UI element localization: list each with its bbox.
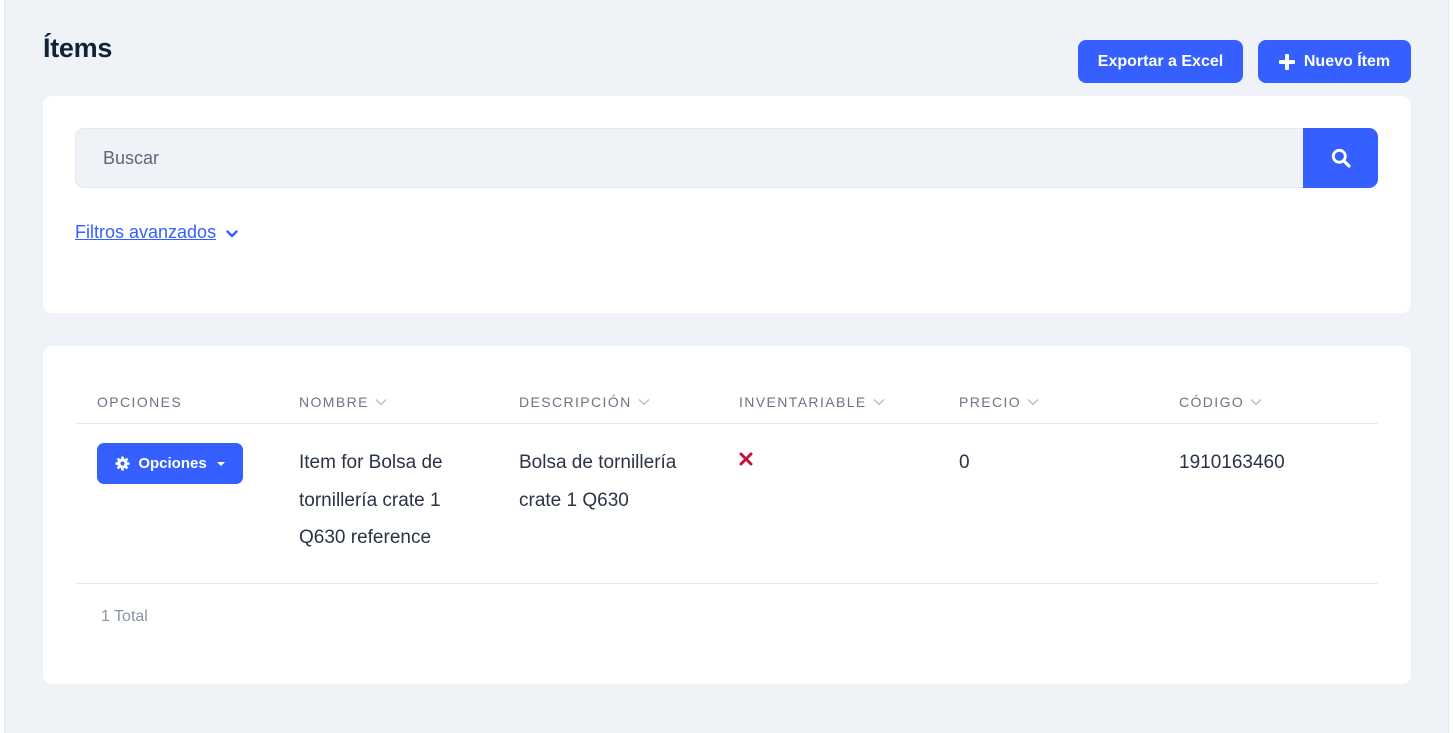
advanced-filters-label: Filtros avanzados xyxy=(75,222,217,242)
row-options-button[interactable]: Opciones xyxy=(97,443,243,484)
cell-name-line: tornillería crate 1 xyxy=(299,489,441,511)
new-item-button[interactable]: Nuevo Ítem xyxy=(1258,40,1411,83)
sort-chevron-icon xyxy=(638,399,650,406)
export-excel-label: Exportar a Excel xyxy=(1097,52,1224,70)
column-header-code[interactable]: CÓDIGO xyxy=(1179,394,1262,410)
column-header-description-label: DESCRIPCIÓN xyxy=(519,394,632,410)
search-button[interactable] xyxy=(1303,128,1378,188)
chevron-down-icon xyxy=(226,229,238,237)
export-excel-button[interactable]: Exportar a Excel xyxy=(1078,40,1243,83)
table-header: OPCIONES NOMBRE DESCRIPCIÓN INVENTARIABL… xyxy=(75,384,1378,424)
items-table-card: OPCIONES NOMBRE DESCRIPCIÓN INVENTARIABL… xyxy=(43,346,1411,684)
table-row: Opciones Item for Bolsa de tornillería c… xyxy=(75,424,1378,584)
column-header-price[interactable]: PRECIO xyxy=(959,394,1039,410)
page-title: Ítems xyxy=(43,33,113,63)
table-total: 1 Total xyxy=(101,608,148,625)
cross-icon xyxy=(739,452,753,466)
column-header-description[interactable]: DESCRIPCIÓN xyxy=(519,394,650,410)
cell-description: Bolsa de tornillería crate 1 Q630 xyxy=(519,444,676,519)
search-input[interactable] xyxy=(75,128,1303,188)
advanced-filters-toggle[interactable]: Filtros avanzados xyxy=(75,222,238,243)
caret-down-icon xyxy=(216,461,225,466)
search-icon xyxy=(1331,148,1351,168)
cell-name-line: Q630 reference xyxy=(299,527,432,548)
sort-chevron-icon xyxy=(1250,399,1262,406)
sort-chevron-icon xyxy=(1027,399,1039,406)
row-options-label: Opciones xyxy=(138,455,207,472)
cell-name-line: Item for Bolsa de xyxy=(299,452,443,473)
cell-description-line: crate 1 Q630 xyxy=(519,489,629,511)
column-header-name[interactable]: NOMBRE xyxy=(299,394,387,410)
plus-icon xyxy=(1278,53,1295,70)
search-card: Filtros avanzados xyxy=(43,96,1411,313)
new-item-label: Nuevo Ítem xyxy=(1303,52,1391,70)
column-header-options-label: OPCIONES xyxy=(97,394,183,410)
column-header-inventoriable-label: INVENTARIABLE xyxy=(739,394,867,410)
gear-icon xyxy=(115,456,130,471)
sort-chevron-icon xyxy=(375,399,387,406)
cell-name: Item for Bolsa de tornillería crate 1 Q6… xyxy=(299,444,443,557)
column-header-name-label: NOMBRE xyxy=(299,394,369,410)
search-bar xyxy=(75,128,1378,188)
column-header-price-label: PRECIO xyxy=(959,394,1022,410)
sort-chevron-icon xyxy=(873,399,885,406)
cell-inventoriable xyxy=(739,452,753,468)
column-header-options: OPCIONES xyxy=(97,394,182,410)
column-header-inventoriable[interactable]: INVENTARIABLE xyxy=(739,394,885,410)
cell-price: 0 xyxy=(959,452,970,473)
page: Ítems Exportar a Excel Nuevo Ítem Filtro… xyxy=(4,0,1449,733)
cell-code: 1910163460 xyxy=(1179,452,1285,473)
column-header-code-label: CÓDIGO xyxy=(1179,394,1245,410)
cell-description-line: Bolsa de tornillería xyxy=(519,452,677,473)
